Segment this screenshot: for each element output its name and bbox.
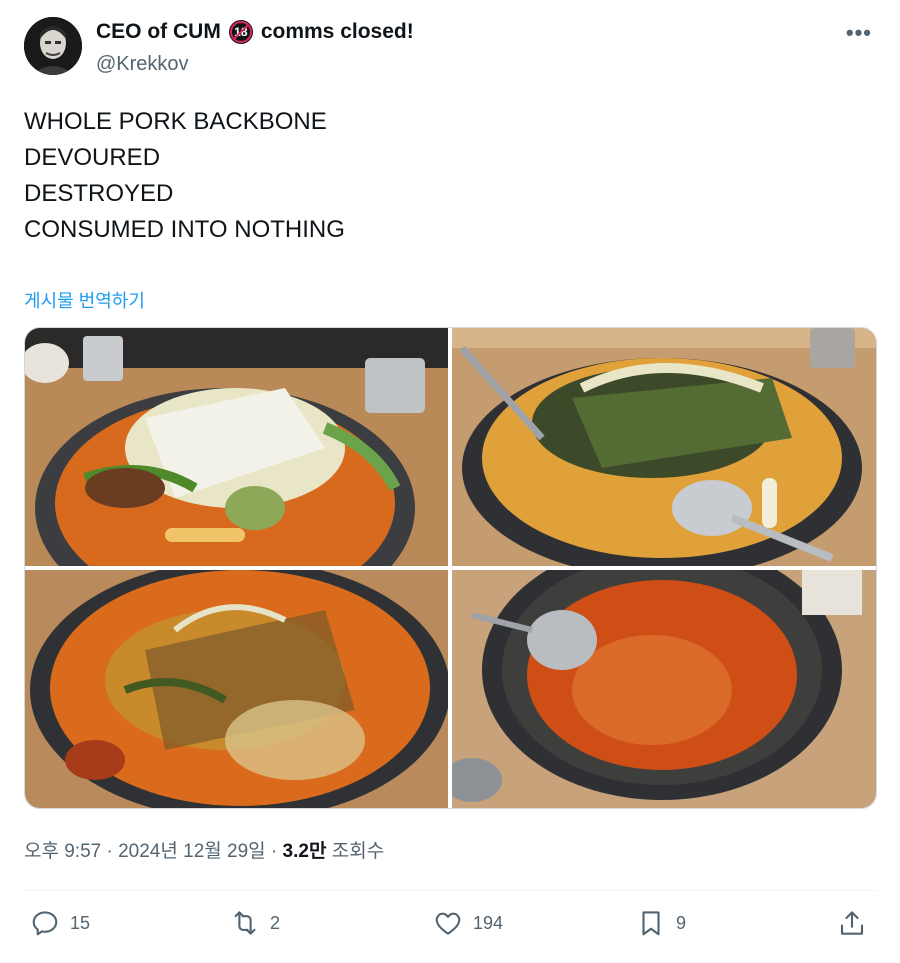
author-handle[interactable]: @Krekkov [96, 53, 189, 76]
tweet-text: WHOLE PORK BACKBONE DEVOURED DESTROYED C… [24, 104, 345, 248]
meta-separator: · [106, 841, 113, 862]
tweet-time[interactable]: 오후 9:57 [24, 841, 101, 862]
translate-post-link[interactable]: 게시물 번역하기 [24, 287, 145, 313]
tweet-line-5: CONSUMED INTO NOTHING [24, 216, 345, 243]
reply-count: 15 [70, 912, 91, 933]
view-count: 3.2만 [282, 841, 327, 862]
tweet-line-1: WHOLE PORK BACKBONE [24, 108, 327, 135]
display-name-part2[interactable]: comms closed! [261, 20, 414, 44]
more-options-icon[interactable]: ••• [846, 20, 872, 46]
heart-icon [435, 912, 461, 935]
author-avatar[interactable] [24, 17, 82, 75]
tweet-line-4: DESTROYED [24, 180, 174, 207]
tweet-line-3: DEVOURED [24, 144, 161, 171]
repost-count: 2 [270, 912, 281, 933]
action-bar: 15 2 194 9 [0, 908, 900, 948]
share-button[interactable] [837, 908, 867, 938]
like-button[interactable]: 194 [433, 908, 503, 938]
author-name-row[interactable]: CEO of CUM 18 comms closed! [96, 20, 414, 44]
food-photo-2[interactable] [452, 328, 876, 566]
no-under-18-icon: 18 [228, 20, 253, 44]
food-photo-4[interactable] [452, 570, 876, 808]
meta-separator-2: · [270, 841, 278, 862]
divider [24, 890, 876, 891]
reply-button[interactable]: 15 [30, 908, 90, 938]
bookmark-button[interactable]: 9 [636, 908, 686, 938]
bookmark-icon [642, 911, 660, 936]
tweet-meta: 오후 9:57 · 2024년 12월 29일 · 3.2만 조회수 [24, 836, 384, 863]
display-name-part1[interactable]: CEO of CUM [96, 20, 221, 44]
view-count-label: 조회수 [331, 841, 385, 862]
repost-icon [234, 911, 256, 935]
share-icon [840, 911, 864, 935]
repost-button[interactable]: 2 [230, 908, 280, 938]
avatar-image [24, 17, 82, 75]
bookmark-count: 9 [676, 912, 687, 933]
like-count: 194 [473, 912, 504, 933]
food-photo-3[interactable] [25, 570, 448, 808]
reply-icon [32, 911, 58, 936]
tweet-date[interactable]: 2024년 12월 29일 [118, 841, 266, 862]
food-photo-1[interactable] [25, 328, 448, 566]
media-grid [24, 327, 877, 809]
